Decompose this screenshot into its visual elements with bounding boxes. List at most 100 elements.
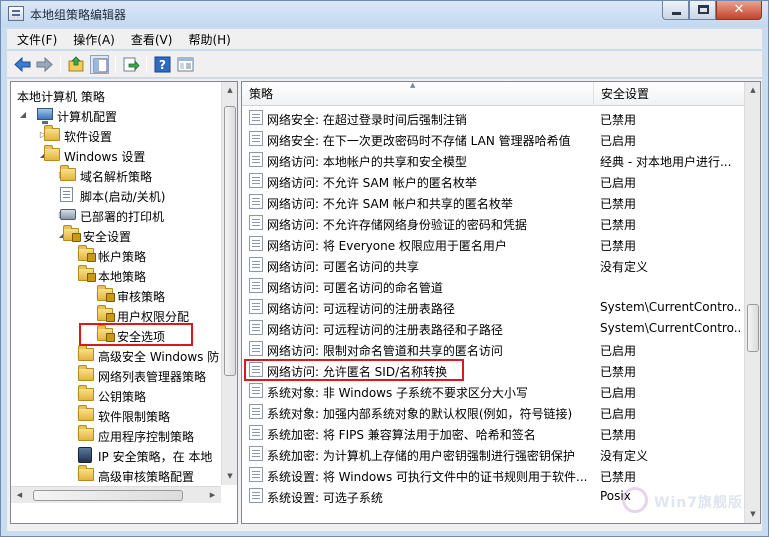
menu-view[interactable]: 查看(V) [131,31,173,48]
policy-name: 网络访问: 将 Everyone 权限应用于匿名用户 [267,239,507,253]
document-icon [60,187,73,202]
policy-row[interactable]: 网络安全: 在超过登录时间后强制注销 已禁用 [242,107,745,128]
policy-security-setting: 没有定义 [600,449,649,463]
menu-help[interactable]: 帮助(H) [188,31,230,48]
window-controls: ✕ [662,1,762,21]
policy-row[interactable]: 网络访问: 本地帐户的共享和安全模型 经典 - 对本地用户进行... [242,149,745,170]
scroll-left-arrow-icon[interactable]: ◀ [11,487,28,504]
scroll-down-arrow-icon[interactable]: ▼ [222,468,237,485]
policy-name: 网络访问: 不允许 SAM 帐户和共享的匿名枚举 [267,197,513,211]
policy-security-setting: System\CurrentContro... [600,321,740,335]
menu-action[interactable]: 操作(A) [73,31,115,48]
policy-tree: 本地计算机 策略 ◢ 计算机配置▷软件设置◢Windows 设置▷域名解析策略脚本(… [11,82,221,485]
policy-name: 系统对象: 非 Windows 子系统不要求区分大小写 [267,386,529,400]
tree-node-label: 网络列表管理器策略 [98,370,207,384]
window-title: 本地组策略编辑器 [30,8,127,22]
tree-node[interactable]: ◢ 计算机配置 [11,105,221,125]
menu-file[interactable]: 文件(F) [17,31,57,48]
show-hide-tree-button[interactable] [90,55,109,74]
selected-node-highlight [79,323,193,346]
policy-row[interactable]: 网络访问: 可匿名访问的命名管道 [242,275,745,296]
folder-icon [60,165,76,181]
tree-node[interactable]: ▷已部署的打印机 [11,205,221,225]
policy-document-icon [249,110,263,125]
policy-document-icon [249,446,263,461]
tree-node[interactable]: ▷软件限制策略 [11,405,221,425]
policy-row[interactable]: 系统加密: 将 FIPS 兼容算法用于加密、哈希和签名 已禁用 [242,422,745,443]
export-list-button[interactable] [121,55,140,74]
folder-icon [78,425,94,441]
policy-row[interactable]: 网络安全: 在下一次更改密码时不存储 LAN 管理器哈希值 已启用 [242,128,745,149]
policy-row[interactable]: 网络访问: 不允许 SAM 帐户和共享的匿名枚举 已禁用 [242,191,745,212]
tree-node[interactable]: ▷审核策略 [11,285,221,305]
up-one-level-button[interactable] [67,55,86,74]
policy-document-icon [249,215,263,230]
tree-node[interactable]: 用户权限分配 [11,305,221,325]
close-button[interactable]: ✕ [716,1,762,20]
tree-node[interactable]: 脚本(启动/关机) [11,185,221,205]
tree-hscroll-thumb[interactable] [33,490,183,501]
policy-row[interactable]: 系统对象: 非 Windows 子系统不要求区分大小写 已启用 [242,380,745,401]
policy-document-icon [249,278,263,293]
policy-name: 系统设置: 可选子系统 [267,491,383,505]
policy-name: 网络安全: 在下一次更改密码时不存储 LAN 管理器哈希值 [267,134,571,148]
folder-icon [78,385,94,401]
title-bar[interactable]: 本地组策略编辑器 ✕ [1,1,768,27]
policy-row[interactable]: 网络访问: 限制对命名管道和共享的匿名访问 已启用 [242,338,745,359]
column-header-policy-label: 策略 [249,87,274,101]
tree-node[interactable]: ◢ 安全设置 [11,225,221,245]
policy-row[interactable]: 系统设置: 将 Windows 可执行文件中的证书规则用于软件... 已禁用 [242,464,745,485]
list-scroll-thumb[interactable] [747,304,759,352]
maximize-button[interactable] [689,1,716,20]
tree-node[interactable]: ▷IP 安全策略，在 本地 [11,445,221,465]
policy-row[interactable]: 系统加密: 为计算机上存储的用户密钥强制进行强密钥保护 没有定义 [242,443,745,464]
tree-node[interactable]: ▷高级审核策略配置 [11,465,221,485]
policy-document-icon [249,236,263,251]
list-scroll-up-arrow-icon[interactable]: ▲ [745,82,760,99]
tree-node[interactable]: ◢ Windows 设置 [11,145,221,165]
tree-node[interactable]: ▷域名解析策略 [11,165,221,185]
column-header-policy[interactable]: ▲ 策略 [242,82,594,106]
scroll-up-arrow-icon[interactable]: ▲ [222,82,237,99]
collapse-arrow-icon[interactable]: ◢ [18,110,28,120]
policy-row[interactable]: 网络访问: 不允许存储网络身份验证的密码和凭据 已禁用 [242,212,745,233]
tree-node[interactable]: ▷应用程序控制策略 [11,425,221,445]
forward-icon [36,56,53,73]
properties-icon [177,57,194,72]
forward-button[interactable] [35,55,54,74]
policy-row[interactable]: 网络访问: 不允许 SAM 帐户的匿名枚举 已启用 [242,170,745,191]
tree-node[interactable]: ▷高级安全 Windows 防 [11,345,221,365]
tree-node[interactable]: 本地计算机 策略 [11,85,221,105]
security-folder-icon [97,305,115,322]
policy-security-setting: 已启用 [600,176,637,190]
tree-pane: 本地计算机 策略 ◢ 计算机配置▷软件设置◢Windows 设置▷域名解析策略脚本(… [10,81,238,524]
back-button[interactable] [13,55,32,74]
menu-bar: 文件(F) 操作(A) 查看(V) 帮助(H) [7,29,762,49]
back-icon [14,56,31,73]
tree-node[interactable]: 网络列表管理器策略 [11,365,221,385]
tree-horizontal-scrollbar[interactable]: ◀ ▶ [11,486,221,503]
policy-row[interactable]: 网络访问: 可匿名访问的共享 没有定义 [242,254,745,275]
list-vertical-scrollbar[interactable]: ▲ ▼ [744,82,760,523]
tree-node[interactable]: ◢本地策略 [11,265,221,285]
policy-row[interactable]: 网络访问: 可远程访问的注册表路径和子路径 System\CurrentContr… [242,317,745,338]
tree-node[interactable]: ▷帐户策略 [11,245,221,265]
tree-node-label: 软件限制策略 [98,410,171,424]
policy-name: 网络访问: 本地帐户的共享和安全模型 [267,155,467,169]
policy-row[interactable]: 系统对象: 加强内部系统对象的默认权限(例如，符号链接) 已启用 [242,401,745,422]
column-header-security-setting[interactable]: 安全设置 [594,82,745,106]
policy-row[interactable]: 网络访问: 可远程访问的注册表路径 System\CurrentContro... [242,296,745,317]
scroll-right-arrow-icon[interactable]: ▶ [204,487,221,504]
tree-node[interactable]: ▷ 软件设置 [11,125,221,145]
tree-node[interactable]: ▷公钥策略 [11,385,221,405]
tree-node-label: 本地策略 [98,270,147,284]
policy-row[interactable]: 网络访问: 将 Everyone 权限应用于匿名用户 已禁用 [242,233,745,254]
minimize-button[interactable] [662,1,689,20]
app-icon [8,6,24,21]
properties-button[interactable] [176,55,195,74]
help-button[interactable]: ? [153,55,172,74]
tree-node-label: 帐户策略 [98,250,147,264]
tree-scroll-thumb[interactable] [224,106,236,376]
tree-vertical-scrollbar[interactable]: ▲ ▼ [221,82,237,485]
policy-name: 系统加密: 将 FIPS 兼容算法用于加密、哈希和签名 [267,428,536,442]
